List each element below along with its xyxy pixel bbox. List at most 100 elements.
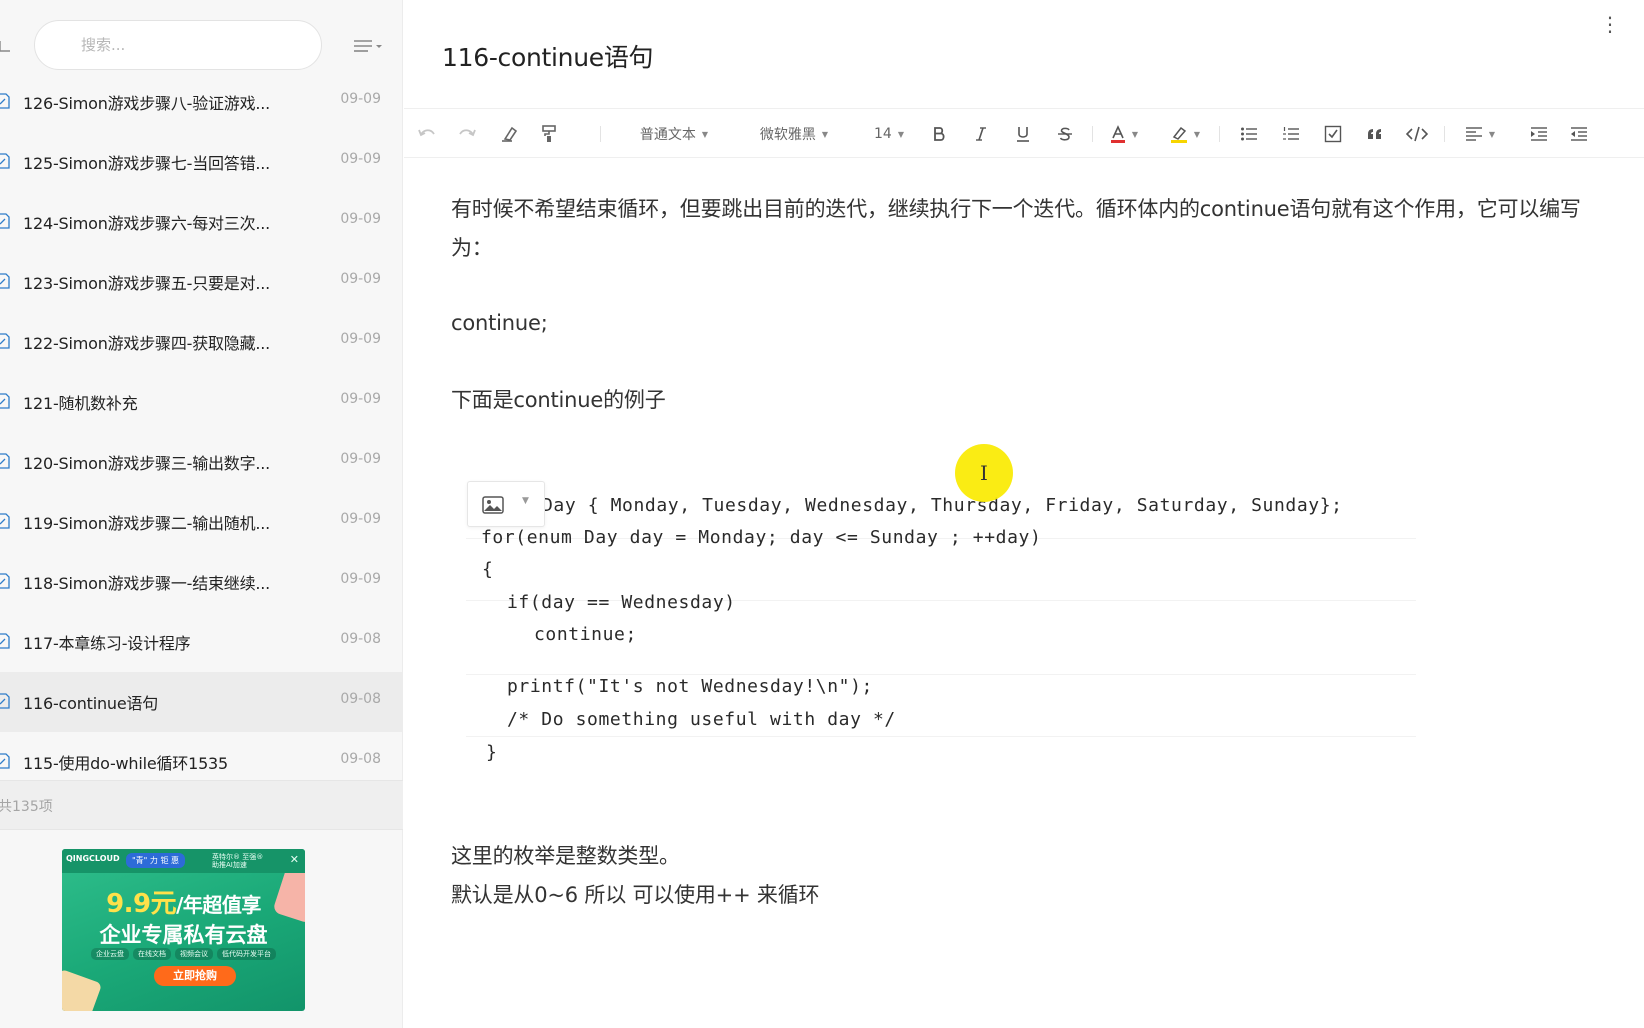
note-list-item[interactable]: 121-随机数补充 09-09 <box>0 372 403 432</box>
note-count-bar: 共135项 <box>0 780 403 830</box>
document-icon <box>0 513 10 529</box>
indent-decrease-icon[interactable] <box>1564 120 1594 148</box>
note-date: 09-09 <box>340 91 381 107</box>
code-screenshot-image[interactable]: Day { Monday, Tuesday, Wednesday, Thursd… <box>466 466 1416 776</box>
ad-banner[interactable]: QINGCLOUD "青" 力 钜 惠 英特尔® 至强® 助推AI加速 ✕ 9.… <box>62 849 305 1011</box>
code-line: Day { Monday, Tuesday, Wednesday, Thursd… <box>542 495 1343 516</box>
note-date: 09-08 <box>340 691 381 707</box>
ad-buy-button[interactable]: 立即抢购 <box>154 966 236 986</box>
font-color-icon <box>1110 125 1125 143</box>
note-title-label: 126-Simon游戏步骤八-验证游戏... <box>23 94 271 113</box>
note-date: 09-09 <box>340 391 381 407</box>
undo-icon[interactable] <box>412 120 442 148</box>
note-title-label: 118-Simon游戏步骤一-结束继续... <box>23 574 271 593</box>
note-title-label: 123-Simon游戏步骤五-只要是对... <box>23 274 271 293</box>
note-date: 09-09 <box>340 331 381 347</box>
align-button[interactable]: ▼ <box>1458 120 1502 148</box>
italic-icon[interactable] <box>966 120 996 148</box>
note-list-item[interactable]: 118-Simon游戏步骤一-结束继续... 09-09 <box>0 552 403 612</box>
font-family-select[interactable]: 微软雅黑 ▼ <box>749 120 839 148</box>
ad-feature: 视频会议 <box>175 948 213 960</box>
note-title-label: 124-Simon游戏步骤六-每对三次... <box>23 214 271 233</box>
code-line: for(enum Day day = Monday; day <= Sunday… <box>481 527 1042 548</box>
back-icon[interactable] <box>0 38 12 52</box>
note-date: 09-09 <box>340 211 381 227</box>
note-list-item[interactable]: 115-使用do-while循环1535 09-08 <box>0 732 403 780</box>
code-line: printf("It's not Wednesday!\n"); <box>507 676 873 697</box>
strikethrough-icon[interactable] <box>1050 120 1080 148</box>
paragraph: 下面是continue的例子 <box>451 388 666 412</box>
note-list-item[interactable]: 119-Simon游戏步骤二-输出随机... 09-09 <box>0 492 403 552</box>
highlighter-icon <box>1170 126 1187 143</box>
toolbar-divider <box>1219 126 1220 142</box>
blockquote-icon[interactable] <box>1360 120 1390 148</box>
paragraph: 为： <box>451 236 493 260</box>
bulleted-list-icon[interactable] <box>1234 120 1264 148</box>
checkbox-list-icon[interactable] <box>1318 120 1348 148</box>
document-icon <box>0 393 10 409</box>
document-icon <box>0 753 10 769</box>
note-title-label: 120-Simon游戏步骤三-输出数字... <box>23 454 271 473</box>
redo-icon[interactable] <box>452 120 482 148</box>
numbered-list-icon[interactable] <box>1276 120 1306 148</box>
sort-menu-button[interactable] <box>350 35 386 57</box>
document-icon <box>0 633 10 649</box>
underline-icon[interactable] <box>1008 120 1038 148</box>
chevron-down-icon: ▼ <box>701 129 709 139</box>
note-date: 09-09 <box>340 151 381 167</box>
search-input[interactable] <box>81 33 281 57</box>
paragraph: 默认是从0~6 所以 可以使用++ 来循环 <box>451 883 820 907</box>
note-title-label: 125-Simon游戏步骤七-当回答错... <box>23 154 271 173</box>
note-title-label: 116-continue语句 <box>23 694 159 713</box>
ad-price: 9.9元/年超值享 <box>62 883 305 920</box>
ad-price-suffix: /年超值享 <box>176 893 261 917</box>
code-line: } <box>486 742 498 763</box>
font-color-button[interactable]: ▼ <box>1104 120 1144 148</box>
highlight-color-button[interactable]: ▼ <box>1164 120 1206 148</box>
font-size-select[interactable]: 14 ▼ <box>864 120 914 148</box>
note-list-item[interactable]: 125-Simon游戏步骤七-当回答错... 09-09 <box>0 132 403 192</box>
note-list-item[interactable]: 122-Simon游戏步骤四-获取隐藏... 09-09 <box>0 312 403 372</box>
note-list-item[interactable]: 116-continue语句 09-08 <box>0 672 403 732</box>
note-list-item[interactable]: 124-Simon游戏步骤六-每对三次... 09-09 <box>0 192 403 252</box>
chevron-down-icon: ▼ <box>821 129 829 139</box>
paragraph-style-value: 普通文本 <box>639 127 696 143</box>
ad-feature: 在线文档 <box>133 948 171 960</box>
code-line: { <box>482 559 494 580</box>
chevron-down-icon: ▼ <box>522 496 529 506</box>
ad-tag: "青" 力 钜 惠 <box>126 853 185 868</box>
document-icon <box>0 333 10 349</box>
note-list-item[interactable]: 126-Simon游戏步骤八-验证游戏... 09-09 <box>0 72 403 132</box>
close-icon[interactable]: ✕ <box>290 853 299 866</box>
image-options-button[interactable]: ▼ <box>467 481 545 527</box>
chevron-down-icon: ▼ <box>1488 129 1496 139</box>
search-box[interactable] <box>34 20 322 70</box>
code-line: /* Do something useful with day */ <box>507 709 896 730</box>
chevron-down-icon: ▼ <box>1193 129 1201 139</box>
ad-headline: 企业专属私有云盘 <box>99 923 268 947</box>
note-title-label: 122-Simon游戏步骤四-获取隐藏... <box>23 334 271 353</box>
chevron-down-icon: ▼ <box>897 129 904 139</box>
indent-increase-icon[interactable] <box>1524 120 1554 148</box>
note-list-item[interactable]: 117-本章练习-设计程序 09-08 <box>0 612 403 672</box>
code-block-icon[interactable] <box>1402 120 1432 148</box>
image-icon <box>482 496 504 518</box>
eraser-icon[interactable] <box>494 120 524 148</box>
align-left-icon <box>1465 127 1482 141</box>
note-title[interactable]: 116-continue语句 <box>442 38 654 74</box>
ad-brand: QINGCLOUD <box>66 854 120 863</box>
paragraph: 有时候不希望结束循环，但要跳出目前的迭代，继续执行下一个迭代。循环体内的cont… <box>451 197 1581 221</box>
code-line: continue; <box>534 624 637 645</box>
note-list-item[interactable]: 120-Simon游戏步骤三-输出数字... 09-09 <box>0 432 403 492</box>
paragraph-style-select[interactable]: 普通文本 ▼ <box>629 120 719 148</box>
more-options-icon[interactable]: ⋮ <box>1600 12 1620 38</box>
ad-price-value: 9.9元 <box>106 889 177 919</box>
ad-partner: 英特尔® 至强® 助推AI加速 <box>212 853 264 869</box>
ad-features: 企业云盘 在线文档 视频会议 低代码开发平台 <box>62 948 305 960</box>
bold-icon[interactable] <box>924 120 954 148</box>
chevron-down-icon: ▼ <box>1131 129 1139 139</box>
format-painter-icon[interactable] <box>534 120 564 148</box>
document-icon <box>0 93 10 109</box>
note-list-item[interactable]: 123-Simon游戏步骤五-只要是对... 09-09 <box>0 252 403 312</box>
image-line <box>466 736 1416 737</box>
